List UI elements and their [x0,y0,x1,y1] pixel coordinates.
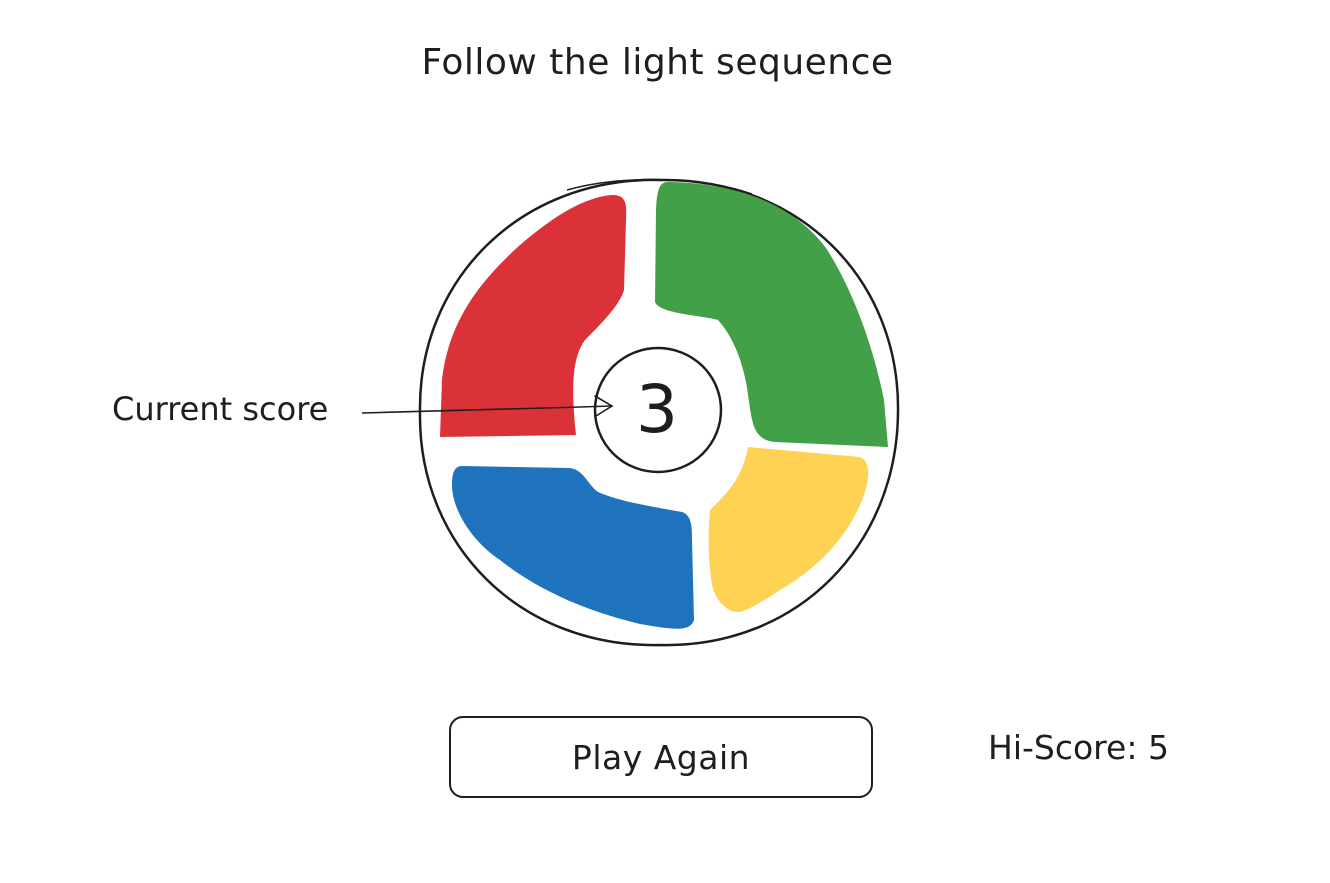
blue-pad[interactable] [452,466,694,629]
current-score-value: 3 [636,371,678,448]
hiscore-value: 5 [1147,728,1169,767]
play-again-label: Play Again [571,737,751,777]
hiscore-display: Hi-Score: 5 [988,728,1169,767]
yellow-pad[interactable] [708,447,869,612]
current-score-label: Current score [112,390,329,428]
hiscore-label: Hi-Score: [988,728,1138,767]
play-again-button[interactable]: Play Again [449,716,873,798]
